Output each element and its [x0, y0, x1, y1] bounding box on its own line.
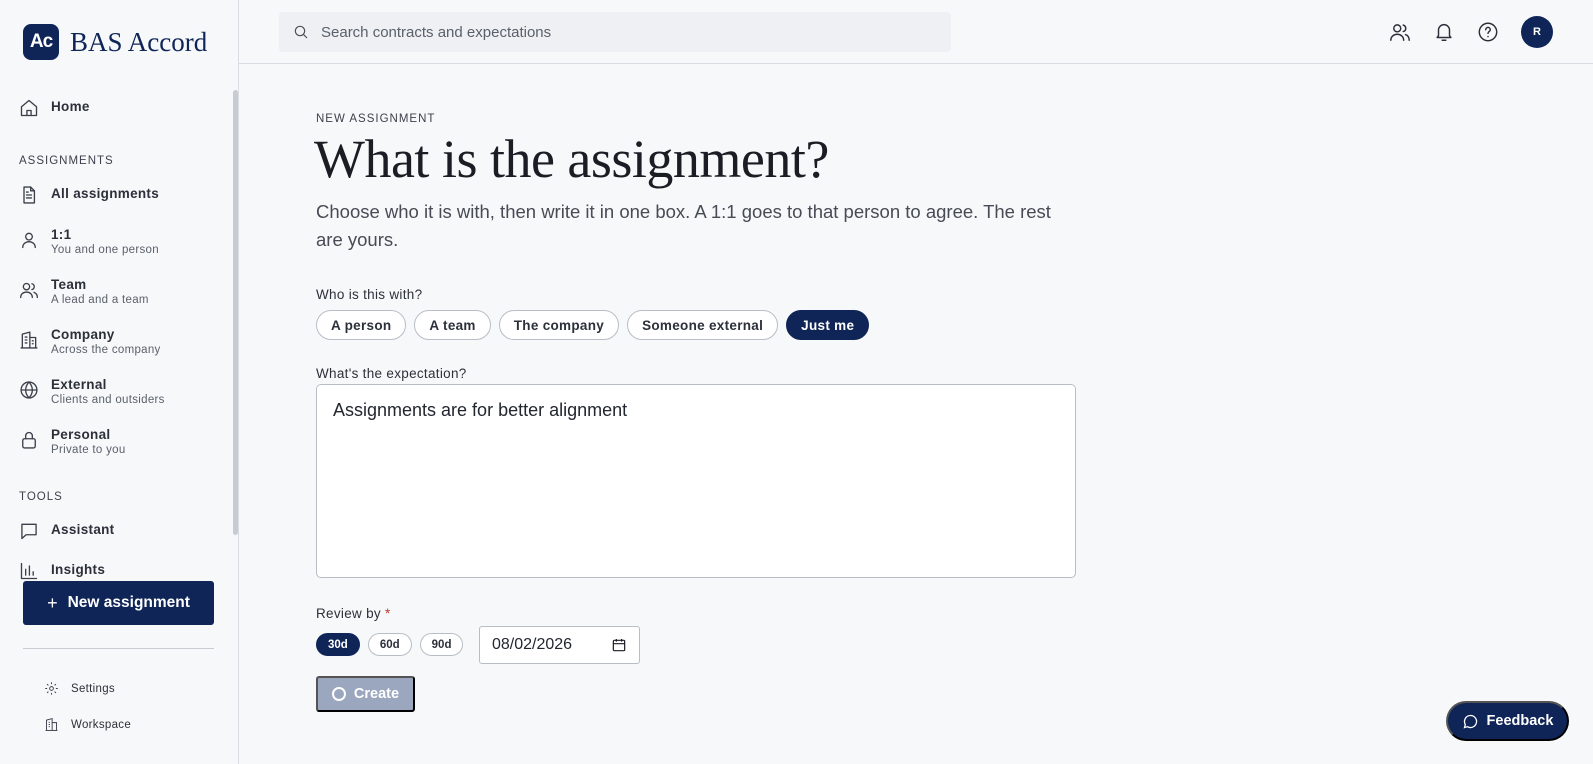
sidebar-item-sub: Across the company [51, 344, 161, 356]
sidebar-item-sub: Private to you [51, 444, 126, 456]
expectation-label: What's the expectation? [316, 366, 467, 381]
create-button[interactable]: Create [316, 676, 415, 712]
sidebar-item-label: Insights [51, 562, 106, 577]
sidebar-item-home[interactable]: Home [19, 99, 90, 118]
building-icon [45, 717, 58, 731]
review-date-value: 08/02/2026 [492, 636, 573, 653]
sidebar-item-insights[interactable]: Insights [19, 562, 105, 581]
search-icon [294, 25, 308, 39]
bell-icon[interactable] [1433, 21, 1455, 43]
page-subtitle: Choose who it is with, then write it in … [316, 201, 1051, 250]
new-assignment-label: New assignment [67, 594, 190, 611]
sidebar-item-team[interactable]: Team A lead and a team [19, 277, 149, 307]
with-option-external[interactable]: Someone external [627, 310, 779, 340]
sidebar-item-label: Personal [51, 427, 111, 442]
chat-icon [19, 521, 39, 541]
search-input[interactable] [321, 23, 921, 41]
people-icon[interactable] [1389, 21, 1411, 43]
sidebar-item-assistant[interactable]: Assistant [19, 522, 114, 541]
loading-spinner-icon [331, 687, 346, 701]
sidebar-item-company[interactable]: Company Across the company [19, 327, 161, 357]
users-icon [19, 280, 39, 300]
sidebar-item-label: Home [51, 99, 90, 114]
sidebar-item-external[interactable]: External Clients and outsiders [19, 377, 165, 407]
page-eyebrow: NEW ASSIGNMENT [316, 113, 436, 125]
avatar[interactable]: R [1521, 16, 1553, 48]
document-icon [19, 185, 39, 205]
plus-icon: + [47, 592, 58, 613]
settings-label: Settings [71, 682, 115, 695]
sidebar-item-all-assignments[interactable]: All assignments [19, 186, 159, 205]
section-label-assignments: ASSIGNMENTS [19, 155, 114, 167]
review-option-60d[interactable]: 60d [367, 633, 412, 656]
lock-icon [19, 430, 39, 450]
sidebar-item-label: Assistant [51, 522, 115, 537]
review-label-row: Review by * [316, 606, 391, 621]
feedback-label: Feedback [1486, 713, 1554, 729]
building-icon [19, 330, 39, 350]
review-duration-options: 30d 60d 90d [316, 633, 464, 656]
sidebar-scrollbar[interactable] [233, 90, 238, 535]
search-bar[interactable] [279, 12, 951, 52]
sidebar-item-sub: Clients and outsiders [51, 394, 165, 406]
sidebar-item-label: 1:1 [51, 227, 72, 242]
review-date-input[interactable]: 08/02/2026 [479, 626, 640, 664]
sidebar-item-label: Company [51, 327, 115, 342]
expectation-field[interactable] [316, 384, 1076, 578]
with-option-team[interactable]: A team [414, 310, 491, 340]
review-option-90d[interactable]: 90d [419, 633, 464, 656]
required-marker: * [385, 606, 391, 621]
brand-logo[interactable]: Ac BAS Accord [23, 24, 207, 60]
section-label-tools: TOOLS [19, 491, 63, 503]
feedback-button[interactable]: Feedback [1446, 701, 1569, 741]
brand-name: BAS Accord [70, 26, 208, 57]
sidebar-item-personal[interactable]: Personal Private to you [19, 427, 126, 457]
sidebar-item-settings[interactable]: Settings [44, 681, 115, 696]
calendar-icon[interactable] [611, 637, 627, 653]
person-icon [19, 230, 39, 250]
home-icon [19, 98, 39, 118]
page-title: What is the assignment? [314, 129, 829, 189]
gear-icon [45, 682, 58, 695]
review-option-30d[interactable]: 30d [316, 633, 360, 656]
with-option-person[interactable]: A person [316, 310, 407, 340]
with-label: Who is this with? [316, 287, 423, 302]
bar-chart-icon [19, 561, 39, 581]
brand-mark: Ac [23, 24, 59, 60]
sidebar-item-one-on-one[interactable]: 1:1 You and one person [19, 227, 159, 257]
sidebar-item-label: All assignments [51, 186, 160, 201]
with-option-company[interactable]: The company [498, 310, 620, 340]
with-options: A person A team The company Someone exte… [316, 310, 870, 340]
workspace-label: Workspace [71, 718, 132, 731]
sidebar-item-sub: You and one person [51, 244, 159, 256]
new-assignment-button[interactable]: + New assignment [23, 581, 214, 625]
sidebar-item-label: External [51, 377, 107, 392]
sidebar-item-sub: A lead and a team [51, 294, 149, 306]
create-button-label: Create [353, 686, 400, 702]
chat-bubble-icon [1463, 714, 1477, 728]
with-option-just-me[interactable]: Just me [786, 310, 870, 340]
help-icon[interactable] [1477, 21, 1499, 43]
review-label: Review by [316, 606, 381, 621]
sidebar: Ac BAS Accord Home ASSIGNMENTS All assig… [0, 0, 239, 764]
sidebar-item-workspace[interactable]: Workspace [44, 717, 131, 732]
sidebar-item-label: Team [51, 277, 87, 292]
sidebar-divider [23, 648, 214, 649]
globe-icon [19, 380, 39, 400]
